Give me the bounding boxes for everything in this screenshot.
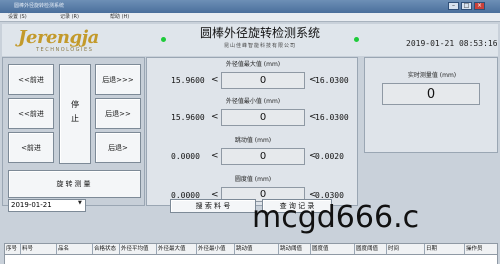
col-avg[interactable]: 外径平均值 (120, 244, 157, 254)
roundness-label: 圆度值 (mm) (234, 176, 272, 183)
menu-bar: 设置 (S) 记录 (R) 帮助 (H) (0, 13, 500, 22)
min-lt-left: < (211, 112, 219, 122)
col-max[interactable]: 外径最大值 (157, 244, 197, 254)
col-operator[interactable]: 操作员 (465, 244, 497, 254)
logo-sub: TECHNOLOGIES (36, 47, 94, 53)
minimize-icon[interactable]: – (448, 2, 459, 10)
rotate-measure-button[interactable]: 旋转测量 (8, 170, 141, 198)
col-product[interactable]: 品名 (57, 244, 93, 254)
col-min[interactable]: 外径最小值 (197, 244, 235, 254)
fast-backward-button[interactable]: 后退>>> (95, 64, 141, 95)
motion-control-panel: <<前进 后退>>> <<前进 停止 后退>> <前进 后退> 旋转测量 (2, 57, 145, 206)
close-icon[interactable]: × (474, 2, 485, 10)
datetime: 2019-01-21 08:53:16 (406, 39, 498, 48)
menu-help[interactable]: 帮助 (H) (110, 13, 129, 22)
min-high: 16.0300 (315, 113, 349, 122)
runout-value: 0 (221, 148, 305, 165)
col-index[interactable]: 序号 (5, 244, 21, 254)
date-picker[interactable]: 2019-01-21 (8, 199, 86, 212)
realtime-label: 实时测量值 (mm) (407, 72, 457, 79)
col-status[interactable]: 合格状态 (93, 244, 120, 254)
runout-label: 跳动值 (mm) (234, 137, 272, 144)
chevron-down-icon[interactable]: ▼ (78, 200, 82, 206)
records-table-body (4, 255, 498, 264)
status-dot-left (161, 37, 166, 42)
backward-button[interactable]: 后退>> (95, 98, 141, 129)
col-roundness-threshold[interactable]: 圆度阈值 (355, 244, 387, 254)
slow-backward-button[interactable]: 后退> (95, 132, 141, 163)
company-name: 昆山佳峰智能科技有限公司 (223, 43, 296, 49)
forward-button[interactable]: <<前进 (8, 98, 54, 129)
max-label: 外径值最大值 (mm) (225, 61, 281, 68)
col-part-no[interactable]: 料号 (21, 244, 57, 254)
col-date[interactable]: 日期 (425, 244, 465, 254)
menu-settings[interactable]: 设置 (S) (8, 13, 27, 22)
search-part-button[interactable]: 搜 索 料 号 (170, 199, 256, 213)
measurement-panel: 外径值最大值 (mm) 15.9600 < 0 < 16.0300 外径值最小值… (146, 57, 358, 206)
col-runout-threshold[interactable]: 跳动阈值 (279, 244, 311, 254)
logo: Jerengja TECHNOLOGIES (16, 25, 126, 55)
window-title: 圆棒外径旋转检测系统 (14, 3, 65, 9)
max-high: 16.0300 (315, 76, 349, 85)
max-lt-left: < (211, 75, 219, 85)
realtime-value: 0 (382, 83, 480, 105)
title-bar: 圆棒外径旋转检测系统 – □ × (0, 0, 500, 13)
max-low: 15.9600 (171, 76, 205, 85)
runout-low: 0.0000 (171, 152, 200, 161)
page-title: 圆棒外径旋转检测系统 (199, 26, 320, 40)
stop-button[interactable]: 停止 (59, 64, 91, 164)
runout-lt-left: < (211, 151, 219, 161)
watermark: mcgd666.c (252, 200, 420, 235)
max-value: 0 (221, 72, 305, 89)
slow-forward-button[interactable]: <前进 (8, 132, 54, 163)
maximize-icon[interactable]: □ (461, 2, 472, 10)
status-dot-right (354, 37, 359, 42)
col-time[interactable]: 时间 (387, 244, 425, 254)
logo-script: Jerengja (18, 27, 99, 48)
min-label: 外径值最小值 (mm) (225, 98, 281, 105)
records-table-header: 序号 料号 品名 合格状态 外径平均值 外径最大值 外径最小值 跳动值 跳动阈值… (4, 243, 498, 255)
col-runout[interactable]: 跳动值 (235, 244, 279, 254)
col-roundness[interactable]: 圆度值 (311, 244, 355, 254)
min-low: 15.9600 (171, 113, 205, 122)
fast-forward-button[interactable]: <<前进 (8, 64, 54, 95)
realtime-panel: 实时测量值 (mm) 0 (364, 57, 498, 153)
menu-records[interactable]: 记录 (R) (60, 13, 79, 22)
runout-high: 0.0020 (315, 152, 344, 161)
min-value: 0 (221, 109, 305, 126)
